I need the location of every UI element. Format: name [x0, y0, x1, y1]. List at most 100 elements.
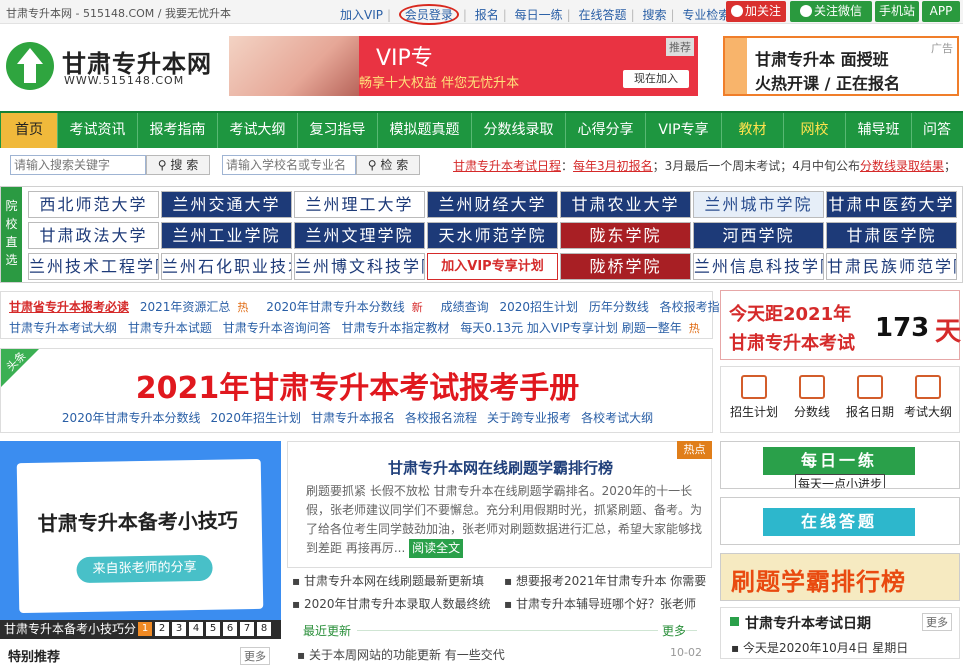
weibo-follow-button[interactable]: 加关注 — [726, 1, 786, 22]
vip-plan-link[interactable]: 每天0.13元 加入VIP专享计划 刷题一整年热 — [460, 319, 706, 336]
nav-online-school[interactable]: 网校 — [784, 113, 846, 148]
exam-date-more[interactable]: 更多 — [922, 613, 952, 631]
register-link[interactable]: 报名 — [475, 6, 499, 23]
nav-textbooks[interactable]: 教材 — [722, 113, 784, 148]
syllabus-link[interactable]: 甘肃专升本考试大纲 — [9, 319, 117, 336]
classroom-ad[interactable]: 甘肃专升本 面授班 火热开课 / 正在报名 广告 — [723, 36, 959, 96]
main-nav: 首页 考试资讯 报考指南 考试大纲 复习指导 模拟题真题 分数线录取 心得分享 … — [0, 111, 963, 148]
slide-page-button[interactable]: 8 — [257, 622, 271, 636]
nav-tutoring[interactable]: 辅导班 — [846, 113, 912, 148]
school-link[interactable]: 甘肃民族师范学院 — [826, 253, 957, 280]
school-link[interactable]: 陇东学院 — [560, 222, 691, 249]
enrollment-plan-link[interactable]: 2020招生计划 — [499, 298, 578, 315]
join-now-button[interactable]: 现在加入 — [623, 70, 689, 88]
tool-score-line[interactable]: 分数线 — [783, 375, 841, 420]
nav-home[interactable]: 首页 — [1, 113, 58, 148]
score-query-link[interactable]: 成绩查询 — [441, 298, 489, 315]
school-link[interactable]: 河西学院 — [693, 222, 824, 249]
school-link[interactable]: 陇桥学院 — [560, 253, 691, 280]
news-item[interactable]: ▪ 想要报考2021年甘肃专升本 你需要 — [504, 572, 706, 589]
school-link[interactable]: 兰州信息科技学院 — [693, 253, 824, 280]
mobile-site-button[interactable]: 手机站 — [875, 1, 919, 22]
school-search-button[interactable]: ⚲ 检 索 — [356, 155, 420, 175]
school-link[interactable]: 兰州文理学院 — [294, 222, 425, 249]
nav-review[interactable]: 复习指导 — [298, 113, 378, 148]
headline-link[interactable]: 各校考试大纲 — [581, 409, 653, 426]
slide-page-button[interactable]: 1 — [138, 622, 152, 636]
school-link[interactable]: 兰州理工大学 — [294, 191, 425, 218]
headline-link[interactable]: 2020年甘肃专升本分数线 — [62, 409, 201, 426]
nav-syllabus[interactable]: 考试大纲 — [218, 113, 298, 148]
daily-practice-link[interactable]: 每日一练 — [515, 6, 563, 23]
headline-link[interactable]: 关于跨专业报考 — [487, 409, 571, 426]
online-quiz-promo[interactable]: 在线答题 — [720, 497, 960, 545]
online-quiz-link[interactable]: 在线答题 — [579, 6, 627, 23]
slide-page-button[interactable]: 5 — [206, 622, 220, 636]
headline-link[interactable]: 甘肃专升本报名 — [311, 409, 395, 426]
tool-registration-date[interactable]: 报名日期 — [841, 375, 899, 420]
exam-schedule-link[interactable]: 甘肃专升本考试日程 — [453, 157, 561, 174]
school-search-input[interactable]: 请输入学校名或专业名 — [222, 155, 356, 175]
nav-guide[interactable]: 报考指南 — [138, 113, 218, 148]
school-link[interactable]: 兰州石化职业技术大学 — [161, 253, 292, 280]
school-link[interactable]: 西北师范大学 — [28, 191, 159, 218]
school-link[interactable]: 兰州博文科技学院 — [294, 253, 425, 280]
tool-enrollment-plan[interactable]: 招生计划 — [725, 375, 783, 420]
headline-title[interactable]: 2021年甘肃专升本考试报考手册 — [1, 363, 714, 407]
wechat-follow-button[interactable]: 关注微信 — [790, 1, 872, 22]
news-item[interactable]: ▪ 2020年甘肃专升本录取人数最终统 — [292, 595, 491, 612]
nav-exam-news[interactable]: 考试资讯 — [58, 113, 138, 148]
school-link[interactable]: 兰州技术工程学院 — [28, 253, 159, 280]
school-link[interactable]: 兰州交通大学 — [161, 191, 292, 218]
resources-link[interactable]: 2021年资源汇总热 — [140, 298, 256, 315]
school-link[interactable]: 天水师范学院 — [427, 222, 558, 249]
school-link[interactable]: 甘肃医学院 — [826, 222, 957, 249]
search-link[interactable]: 搜索 — [642, 6, 666, 23]
school-link[interactable]: 兰州财经大学 — [427, 191, 558, 218]
headline-link[interactable]: 各校报名流程 — [405, 409, 477, 426]
school-link[interactable]: 兰州城市学院 — [693, 191, 824, 218]
consult-qa-link[interactable]: 甘肃专升本咨询问答 — [223, 319, 331, 336]
major-search-link[interactable]: 专业检索 — [682, 6, 730, 23]
keyword-search-input[interactable]: 请输入搜索关键字 — [10, 155, 146, 175]
school-link[interactable]: 兰州工业学院 — [161, 222, 292, 249]
school-link[interactable]: 甘肃中医药大学 — [826, 191, 957, 218]
slide-page-button[interactable]: 6 — [223, 622, 237, 636]
app-button[interactable]: APP — [922, 1, 960, 22]
read-more-link[interactable]: 阅读全文 — [409, 539, 464, 558]
nav-qa[interactable]: 问答 — [912, 113, 962, 148]
slide-page-button[interactable]: 4 — [189, 622, 203, 636]
special-more-button[interactable]: 更多 — [240, 647, 270, 665]
latest-update-item[interactable]: ▪ 关于本周网站的功能更新 有一些交代 — [297, 646, 505, 663]
score-result-link[interactable]: 分数线录取结果 — [860, 157, 944, 174]
history-scores-link[interactable]: 历年分数线 — [589, 298, 649, 315]
news-item[interactable]: ▪ 甘肃专升本网在线刷题最新更新填 — [292, 572, 484, 589]
vip-banner[interactable]: VIP专 畅享十大权益 伴您无忧升本 推荐 现在加入 — [229, 36, 698, 96]
slide-page-button[interactable]: 2 — [155, 622, 169, 636]
nav-mock-exams[interactable]: 模拟题真题 — [378, 113, 472, 148]
daily-practice-promo[interactable]: 每日一练 每天一点小进步 — [720, 441, 960, 489]
news-item[interactable]: ▪ 甘肃专升本辅导班哪个好？张老师 — [504, 595, 696, 612]
tool-syllabus[interactable]: 考试大纲 — [899, 375, 957, 420]
school-link[interactable]: 甘肃农业大学 — [560, 191, 691, 218]
join-vip-link[interactable]: 加入VIP — [340, 6, 383, 23]
nav-vip[interactable]: VIP专享 — [646, 113, 722, 148]
nav-scores[interactable]: 分数线录取 — [472, 113, 566, 148]
registration-date-link[interactable]: 每年3月初报名 — [573, 157, 653, 174]
article-title[interactable]: 甘肃专升本网在线刷题学霸排行榜 — [288, 457, 713, 478]
exam-papers-link[interactable]: 甘肃专升本试题 — [128, 319, 212, 336]
study-tips-slide[interactable]: 甘肃专升本备考小技巧 来自张老师的分享 — [0, 441, 281, 639]
rank-promo[interactable]: 刷题学霸排行榜 — [720, 553, 960, 601]
nav-experience[interactable]: 心得分享 — [566, 113, 646, 148]
school-link[interactable]: 甘肃政法大学 — [28, 222, 159, 249]
slide-page-button[interactable]: 3 — [172, 622, 186, 636]
latest-more-link[interactable]: 更多 — [658, 622, 687, 639]
textbooks-link[interactable]: 甘肃专升本指定教材 — [342, 319, 450, 336]
member-login-link[interactable]: 会员登录 — [398, 4, 459, 25]
keyword-search-button[interactable]: ⚲ 搜 索 — [146, 155, 210, 175]
school-link[interactable]: 加入VIP专享计划 — [427, 253, 558, 280]
slide-page-button[interactable]: 7 — [240, 622, 254, 636]
score-line-link[interactable]: 2020年甘肃专升本分数线新 — [266, 298, 430, 315]
headline-link[interactable]: 2020年招生计划 — [210, 409, 301, 426]
must-read-link[interactable]: 甘肃省专升本报考必读 — [9, 298, 129, 315]
